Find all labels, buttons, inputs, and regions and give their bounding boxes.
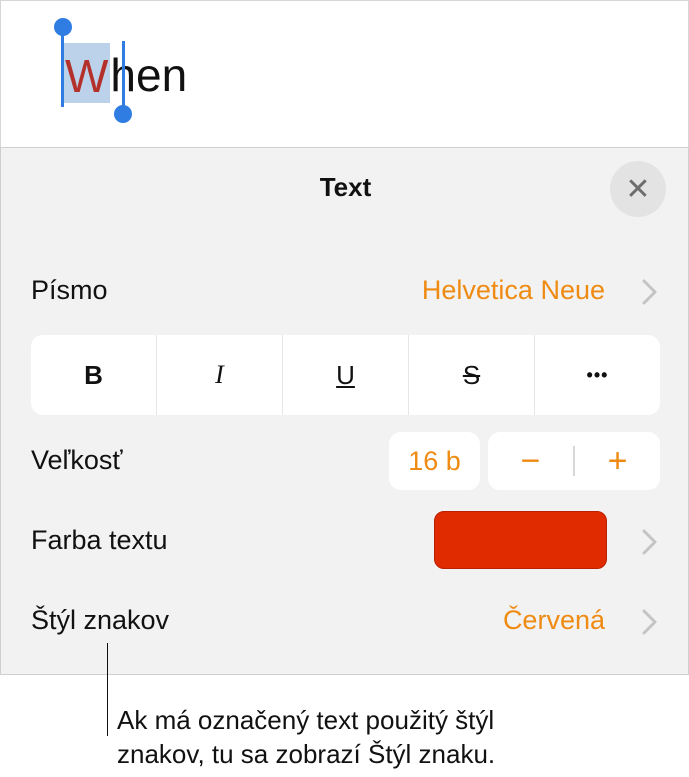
callout-leader-line (107, 643, 108, 736)
increase-size-button[interactable]: + (575, 432, 660, 490)
italic-button[interactable]: I (157, 335, 283, 415)
chevron-right-icon[interactable] (641, 608, 659, 636)
selection-end-handle[interactable] (114, 105, 132, 123)
close-icon: ✕ (625, 172, 651, 206)
selected-text[interactable]: W (63, 43, 111, 103)
decrease-size-button[interactable]: − (488, 432, 573, 490)
chevron-right-icon[interactable] (641, 528, 659, 556)
callout-text: Ak má označený text použitý štýl znakov,… (117, 703, 677, 771)
font-size-field[interactable]: 16 b (389, 432, 480, 490)
text-format-panel: Text ✕ Písmo Helvetica Neue B I U S ••• … (0, 147, 689, 675)
callout-line-2: znakov, tu sa zobrazí Štýl znaku. (117, 739, 496, 769)
strikethrough-icon: S (462, 359, 481, 390)
more-options-button[interactable]: ••• (535, 335, 660, 415)
size-label: Veľkosť (31, 445, 123, 475)
document-word[interactable]: When (63, 41, 187, 109)
text-color-label: Farba textu (31, 525, 168, 555)
bold-button[interactable]: B (31, 335, 157, 415)
font-label: Písmo (31, 275, 108, 305)
more-icon: ••• (586, 364, 609, 385)
document-canvas[interactable]: When (0, 0, 689, 147)
style-button-bar: B I U S ••• (31, 335, 660, 415)
selection-end-line (122, 41, 125, 109)
bold-icon: B (84, 359, 103, 390)
font-value[interactable]: Helvetica Neue (422, 275, 605, 306)
strikethrough-button[interactable]: S (409, 335, 535, 415)
plus-icon: + (607, 441, 628, 480)
underline-icon: U (336, 359, 355, 390)
panel-title: Text (319, 172, 372, 202)
italic-icon: I (215, 360, 224, 389)
chevron-right-icon[interactable] (641, 278, 659, 306)
close-button[interactable]: ✕ (610, 161, 666, 217)
minus-icon: − (520, 441, 541, 480)
font-size-stepper: − + (488, 432, 660, 490)
text-color-swatch[interactable] (434, 511, 607, 569)
character-style-label: Štýl znakov (31, 605, 170, 635)
callout-line-1: Ak má označený text použitý štýl (117, 705, 495, 735)
selection-start-line (61, 31, 64, 107)
underline-button[interactable]: U (283, 335, 409, 415)
character-style-value[interactable]: Červená (503, 605, 605, 636)
